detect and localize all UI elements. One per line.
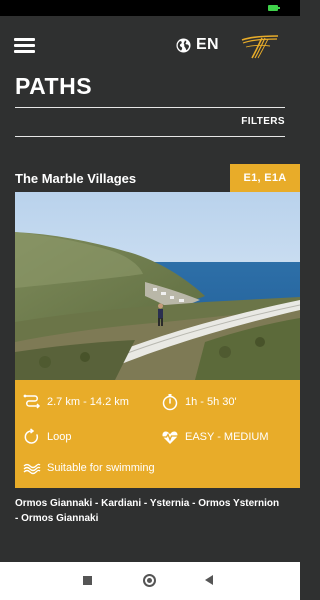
duration-text: 1h - 5h 30' — [185, 396, 237, 408]
loop-arrow-icon — [24, 428, 39, 444]
app-logo — [241, 35, 279, 59]
distance-info: 2.7 km - 14.2 km — [23, 393, 129, 411]
route-description: Ormos Giannaki - Kardiani - Ysternia - O… — [15, 498, 280, 524]
path-photo[interactable] — [15, 192, 300, 380]
path-card-title[interactable]: The Marble Villages — [15, 171, 136, 186]
page-title: PATHS — [15, 73, 93, 99]
app-header: EN — [0, 16, 300, 78]
swimming-info: Suitable for swimming — [23, 461, 155, 475]
divider — [15, 136, 285, 137]
path-info-box: 2.7 km - 14.2 km 1h - 5h 30' Loop EASY -… — [15, 380, 300, 488]
route-code-badge: E1, E1A — [230, 164, 300, 192]
duration-info: 1h - 5h 30' — [161, 393, 237, 411]
difficulty-text: EASY - MEDIUM — [185, 431, 269, 443]
path-type-text: Loop — [47, 431, 72, 443]
route-squiggle-icon — [23, 394, 41, 409]
home-button[interactable] — [143, 574, 156, 587]
difficulty-info: EASY - MEDIUM — [161, 428, 269, 446]
status-bar — [0, 0, 300, 16]
distance-text: 2.7 km - 14.2 km — [47, 396, 129, 408]
recent-apps-button[interactable] — [83, 576, 92, 585]
divider — [15, 107, 285, 108]
hamburger-menu-icon[interactable] — [14, 38, 35, 54]
globe-icon — [176, 37, 191, 53]
path-type-info: Loop — [23, 428, 71, 446]
system-nav-bar — [0, 562, 300, 600]
filters-button[interactable]: FILTERS — [241, 116, 285, 127]
stopwatch-icon — [162, 394, 178, 411]
language-selector[interactable]: EN — [176, 35, 219, 55]
back-button[interactable] — [205, 575, 213, 585]
waves-icon — [23, 463, 41, 475]
battery-icon — [268, 5, 280, 11]
swimming-text: Suitable for swimming — [47, 462, 155, 474]
heartbeat-icon — [162, 431, 178, 444]
language-label: EN — [196, 36, 219, 53]
